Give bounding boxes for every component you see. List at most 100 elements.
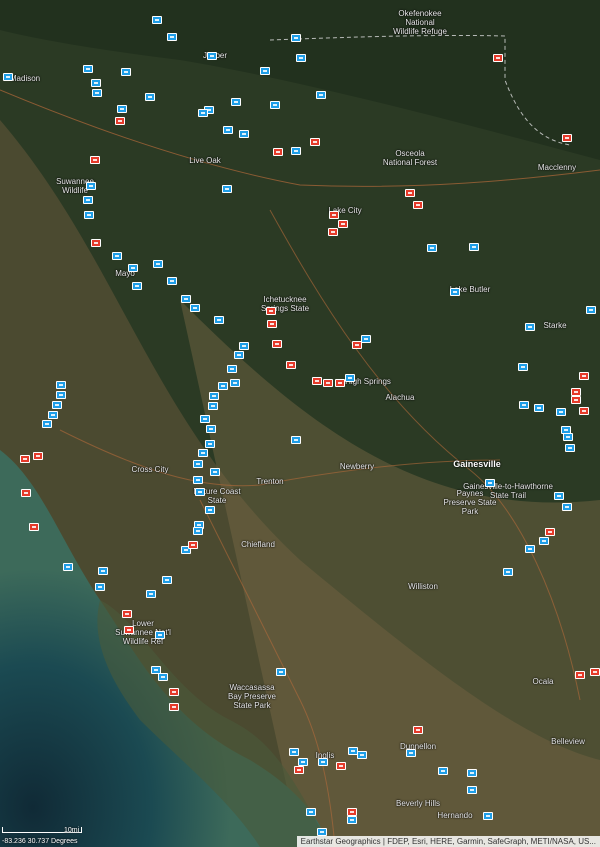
map-marker-blue[interactable] [562, 503, 572, 511]
map-marker-red[interactable] [590, 668, 600, 676]
map-marker-red[interactable] [562, 134, 572, 142]
map-marker-blue[interactable] [208, 402, 218, 410]
map-marker-red[interactable] [188, 541, 198, 549]
map-marker-red[interactable] [413, 726, 423, 734]
map-marker-red[interactable] [267, 320, 277, 328]
map-marker-blue[interactable] [42, 420, 52, 428]
map-marker-red[interactable] [571, 396, 581, 404]
map-marker-red[interactable] [294, 766, 304, 774]
map-marker-blue[interactable] [112, 252, 122, 260]
map-marker-blue[interactable] [291, 34, 301, 42]
map-marker-blue[interactable] [427, 244, 437, 252]
map-marker-blue[interactable] [83, 65, 93, 73]
map-marker-blue[interactable] [190, 304, 200, 312]
map-marker-blue[interactable] [198, 109, 208, 117]
map-marker-red[interactable] [20, 455, 30, 463]
map-marker-blue[interactable] [276, 668, 286, 676]
map-marker-blue[interactable] [519, 401, 529, 409]
map-marker-blue[interactable] [52, 401, 62, 409]
map-marker-blue[interactable] [205, 440, 215, 448]
map-marker-blue[interactable] [205, 506, 215, 514]
map-marker-blue[interactable] [503, 568, 513, 576]
map-marker-blue[interactable] [239, 130, 249, 138]
map-marker-red[interactable] [169, 703, 179, 711]
map-marker-blue[interactable] [210, 468, 220, 476]
map-marker-red[interactable] [122, 610, 132, 618]
map-marker-blue[interactable] [198, 449, 208, 457]
map-marker-blue[interactable] [525, 545, 535, 553]
map-marker-red[interactable] [338, 220, 348, 228]
map-marker-red[interactable] [29, 523, 39, 531]
map-marker-blue[interactable] [291, 436, 301, 444]
map-marker-red[interactable] [335, 379, 345, 387]
map-marker-blue[interactable] [291, 147, 301, 155]
map-marker-blue[interactable] [167, 277, 177, 285]
map-marker-red[interactable] [21, 489, 31, 497]
map-marker-blue[interactable] [92, 89, 102, 97]
map-marker-blue[interactable] [193, 460, 203, 468]
map-marker-red[interactable] [272, 340, 282, 348]
map-marker-blue[interactable] [222, 185, 232, 193]
map-marker-blue[interactable] [162, 576, 172, 584]
map-marker-blue[interactable] [56, 381, 66, 389]
map-marker-blue[interactable] [518, 363, 528, 371]
map-marker-red[interactable] [413, 201, 423, 209]
map-attribution[interactable]: Earthstar Geographics | FDEP, Esri, HERE… [296, 836, 600, 847]
map-marker-red[interactable] [312, 377, 322, 385]
map-marker-blue[interactable] [231, 98, 241, 106]
map-marker-blue[interactable] [483, 812, 493, 820]
map-marker-blue[interactable] [469, 243, 479, 251]
map-marker-blue[interactable] [158, 673, 168, 681]
map-marker-red[interactable] [90, 156, 100, 164]
map-marker-blue[interactable] [467, 769, 477, 777]
map-marker-blue[interactable] [207, 52, 217, 60]
map-marker-red[interactable] [33, 452, 43, 460]
map-marker-red[interactable] [323, 379, 333, 387]
map-marker-blue[interactable] [153, 260, 163, 268]
map-marker-blue[interactable] [63, 563, 73, 571]
map-marker-blue[interactable] [84, 211, 94, 219]
map-marker-blue[interactable] [3, 73, 13, 81]
map-marker-blue[interactable] [218, 382, 228, 390]
map-marker-blue[interactable] [227, 365, 237, 373]
map-marker-blue[interactable] [306, 808, 316, 816]
map-marker-blue[interactable] [485, 479, 495, 487]
map-marker-blue[interactable] [83, 196, 93, 204]
map-marker-blue[interactable] [214, 316, 224, 324]
map-marker-blue[interactable] [361, 335, 371, 343]
map-marker-blue[interactable] [181, 295, 191, 303]
map-marker-blue[interactable] [318, 758, 328, 766]
map-marker-red[interactable] [329, 211, 339, 219]
map-marker-blue[interactable] [239, 342, 249, 350]
map-marker-blue[interactable] [234, 351, 244, 359]
map-marker-red[interactable] [575, 671, 585, 679]
map-marker-blue[interactable] [270, 101, 280, 109]
map-marker-red[interactable] [571, 388, 581, 396]
map-marker-blue[interactable] [565, 444, 575, 452]
map-marker-blue[interactable] [195, 488, 205, 496]
map-marker-blue[interactable] [357, 751, 367, 759]
map-marker-red[interactable] [124, 626, 134, 634]
map-marker-blue[interactable] [193, 476, 203, 484]
map-marker-blue[interactable] [317, 828, 327, 836]
map-marker-blue[interactable] [132, 282, 142, 290]
map-marker-blue[interactable] [438, 767, 448, 775]
map-marker-red[interactable] [347, 808, 357, 816]
map-marker-blue[interactable] [450, 288, 460, 296]
map-marker-red[interactable] [579, 372, 589, 380]
map-marker-red[interactable] [310, 138, 320, 146]
map-marker-red[interactable] [273, 148, 283, 156]
map-marker-blue[interactable] [200, 415, 210, 423]
map-marker-blue[interactable] [345, 374, 355, 382]
map-marker-blue[interactable] [223, 126, 233, 134]
map-marker-blue[interactable] [98, 567, 108, 575]
map-marker-blue[interactable] [95, 583, 105, 591]
map-marker-blue[interactable] [230, 379, 240, 387]
map-marker-blue[interactable] [48, 411, 58, 419]
map-marker-blue[interactable] [145, 93, 155, 101]
map-marker-red[interactable] [91, 239, 101, 247]
map-marker-blue[interactable] [56, 391, 66, 399]
map-marker-blue[interactable] [91, 79, 101, 87]
map-marker-blue[interactable] [298, 758, 308, 766]
map-marker-blue[interactable] [86, 182, 96, 190]
